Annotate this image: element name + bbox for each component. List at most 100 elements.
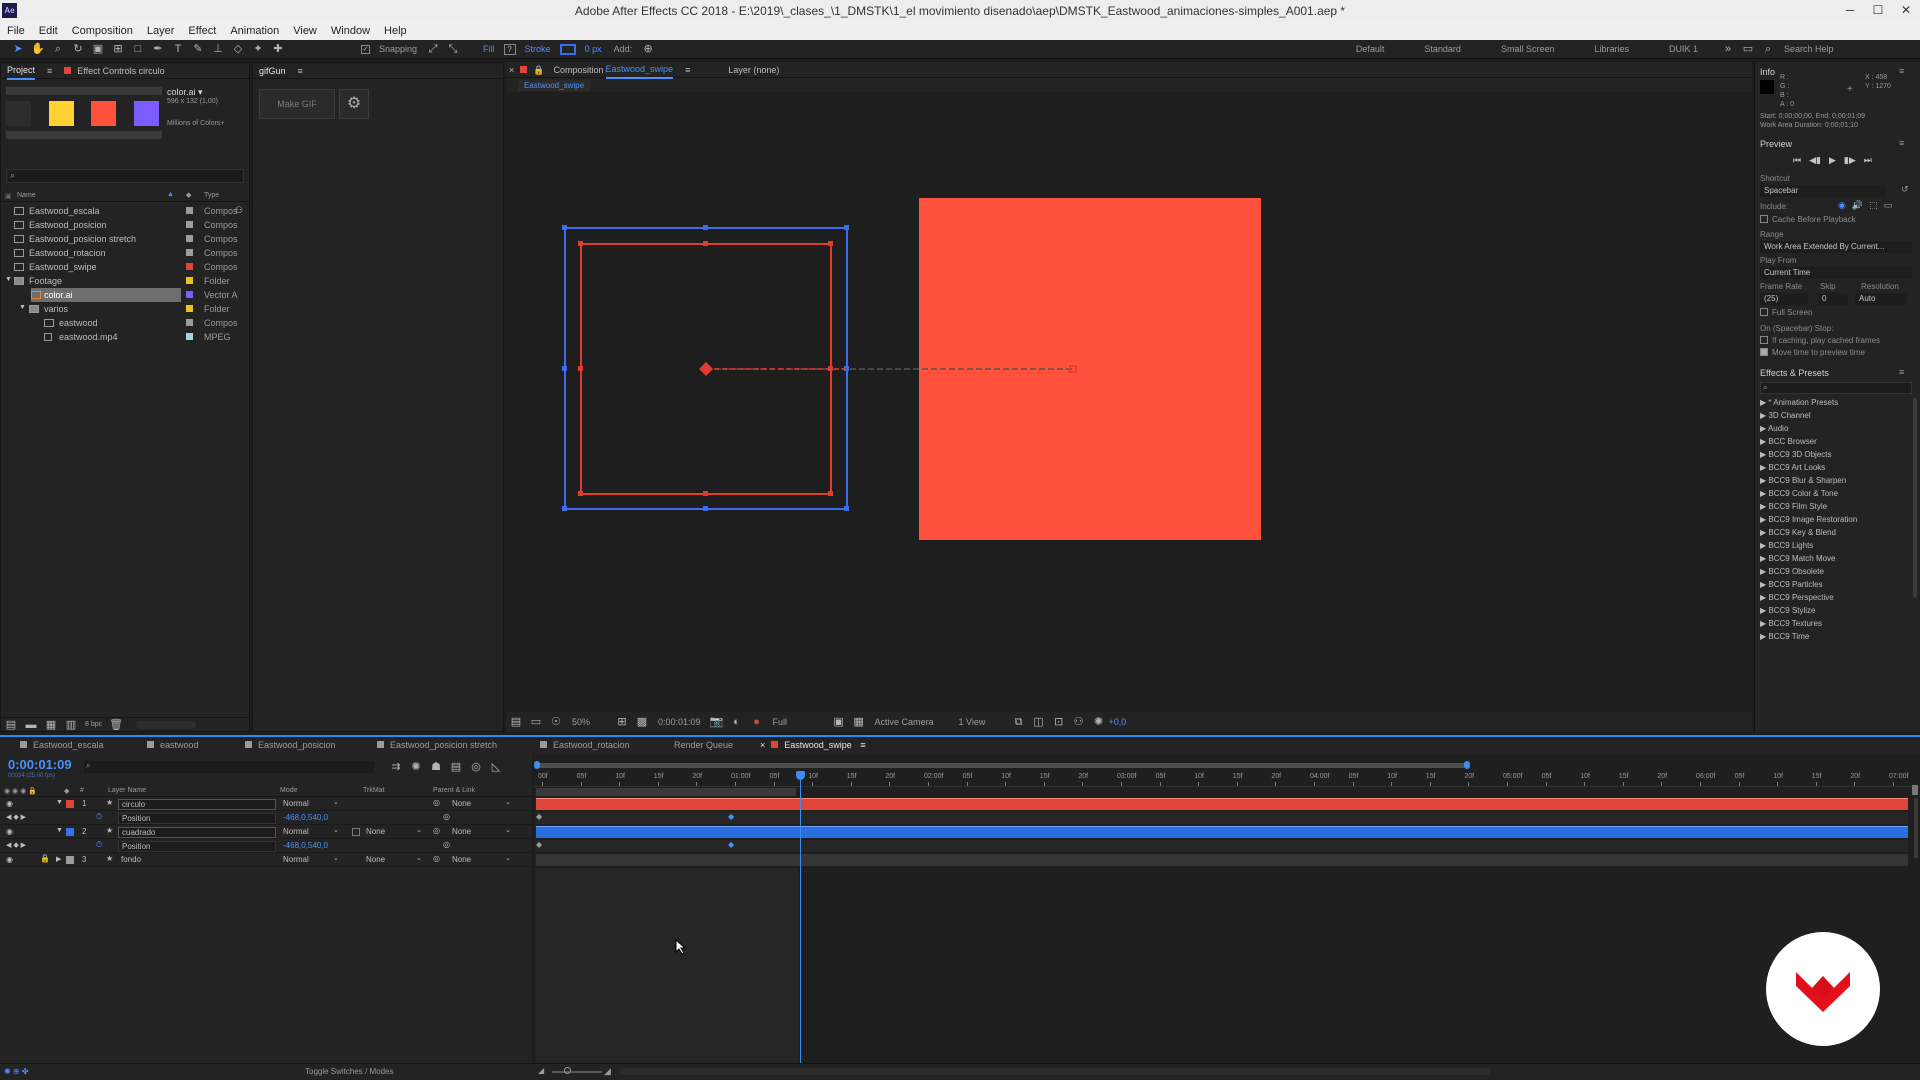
workspace-default[interactable]: Default — [1356, 44, 1385, 54]
exposure-value[interactable]: +0,0 — [1109, 717, 1127, 727]
type-tool-icon[interactable]: T — [171, 42, 185, 56]
timeline-search-input[interactable]: ⌕ — [84, 761, 374, 773]
eye-icon[interactable]: ◉ — [6, 827, 13, 836]
lock-icon[interactable] — [520, 66, 528, 73]
layer-name[interactable]: fondo — [121, 855, 141, 864]
effects-item[interactable]: ▶ Audio — [1760, 424, 1788, 433]
interpret-footage-icon[interactable]: ▤ — [4, 718, 18, 732]
effects-item[interactable]: ▶ BCC9 Stylize — [1760, 606, 1816, 615]
comp-viewer[interactable] — [506, 92, 1752, 712]
resolution-dropdown[interactable]: Full — [773, 717, 823, 727]
workspace-duik[interactable]: DUIK 1 — [1669, 44, 1698, 54]
mode-dropdown[interactable]: Normal — [283, 855, 309, 864]
effects-search-input[interactable]: ⌕ — [1760, 382, 1912, 394]
menu-window[interactable]: Window — [331, 22, 370, 40]
add-icon[interactable]: ⊕ — [641, 42, 655, 56]
previous-frame-icon[interactable]: ◀▮ — [1809, 155, 1821, 166]
timeline-tab[interactable]: Eastwood_rotacion — [540, 740, 630, 750]
snapshot-icon[interactable]: 📷 — [710, 715, 724, 729]
panel-menu-icon[interactable]: ≡ — [298, 63, 303, 79]
trkmat-dropdown[interactable]: None — [366, 855, 385, 864]
work-area-start[interactable] — [534, 761, 540, 769]
pickwhip-icon[interactable]: ◎ — [433, 854, 440, 863]
eye-icon[interactable]: ◉ — [6, 799, 13, 808]
list-item[interactable]: Eastwood_posicion Compos — [1, 218, 249, 232]
timeline-tab-active[interactable]: × Eastwood_swipe ≡ — [760, 740, 866, 750]
close-tab-icon[interactable]: × — [760, 740, 765, 750]
rectangle-tool-icon[interactable]: □ — [131, 42, 145, 56]
tab-composition[interactable]: Eastwood_swipe — [605, 61, 674, 79]
shy-layers-icon[interactable]: ☗ — [429, 760, 443, 774]
current-time-display[interactable]: 0:00:01:09 — [8, 757, 72, 772]
parent-dropdown[interactable]: None — [452, 827, 471, 836]
label-color[interactable] — [66, 856, 74, 864]
panel-menu-icon[interactable]: ≡ — [1899, 367, 1904, 377]
effects-item[interactable]: ▶ BCC9 Film Style — [1760, 502, 1827, 511]
first-frame-icon[interactable]: ⏮ — [1793, 155, 1801, 166]
gifgun-settings-button[interactable]: ⚙ — [339, 89, 369, 119]
timeline-tab[interactable]: Eastwood_posicion stretch — [377, 740, 497, 750]
magnification-dropdown[interactable]: 50% — [572, 717, 606, 727]
effects-item[interactable]: ▶ BCC9 Particles — [1760, 580, 1823, 589]
workspace-small-screen[interactable]: Small Screen — [1501, 44, 1555, 54]
menu-effect[interactable]: Effect — [188, 22, 216, 40]
layer-name-field[interactable]: circulo — [118, 799, 276, 810]
list-item[interactable]: Eastwood_swipe Compos — [1, 260, 249, 274]
move-time-checkbox[interactable]: Move time to preview time — [1760, 348, 1865, 357]
zoom-slider[interactable] — [552, 1071, 602, 1073]
status-icons[interactable]: ✺ ⊕ ✤ — [4, 1067, 29, 1076]
effects-scrollbar[interactable] — [1913, 398, 1917, 598]
workspace-libraries[interactable]: Libraries — [1594, 44, 1629, 54]
col-parent[interactable]: Parent & Link — [433, 787, 475, 794]
effects-item[interactable]: ▶ BCC9 Color & Tone — [1760, 489, 1838, 498]
playhead-handle[interactable] — [796, 771, 805, 780]
effects-item[interactable]: ▶ BCC9 Lights — [1760, 541, 1813, 550]
roto-brush-tool-icon[interactable]: ✦ — [251, 42, 265, 56]
keyframe[interactable]: ◆ — [536, 840, 542, 849]
effects-item[interactable]: ▶ 3D Channel — [1760, 411, 1811, 420]
label-color[interactable] — [66, 800, 74, 808]
col-name-header[interactable]: Name — [17, 192, 36, 199]
effects-item[interactable]: ▶ BCC Browser — [1760, 437, 1817, 446]
effects-item[interactable]: ▶ * Animation Presets — [1760, 398, 1838, 407]
rotate-tool-icon[interactable]: ↻ — [71, 42, 85, 56]
col-type-header[interactable]: Type — [204, 192, 219, 199]
region-of-interest-icon[interactable]: ▭ — [529, 715, 543, 729]
property-row[interactable]: ◀ ◆ ▶ ⏱ Position -468,0,540,0 ◎ — [0, 812, 532, 825]
list-item[interactable]: Eastwood_rotacion Compos — [1, 246, 249, 260]
keyframe-nav-icon[interactable]: ◀ ◆ ▶ — [6, 841, 26, 849]
audio-toggle-icon[interactable]: 🔊 — [1852, 200, 1863, 211]
current-time-display[interactable]: 0:00:01:09 — [658, 717, 701, 727]
col-mode[interactable]: Mode — [280, 787, 298, 794]
motion-blur-icon[interactable]: ⊡ — [1052, 715, 1066, 729]
snapping-checkbox-icon[interactable]: ✓ — [361, 44, 370, 54]
menu-view[interactable]: View — [293, 22, 317, 40]
asset-name[interactable]: color.ai ▾ — [167, 87, 203, 98]
overlays-toggle-icon[interactable]: ⬚ — [1869, 200, 1878, 211]
disclosure-triangle-icon[interactable]: ▼ — [56, 827, 63, 834]
camera-dropdown[interactable]: Active Camera — [875, 717, 947, 727]
timeline-tab[interactable]: Render Queue — [674, 740, 733, 750]
timeline-tab[interactable]: Eastwood_escala — [20, 740, 104, 750]
pickwhip-icon[interactable]: ◎ — [433, 798, 440, 807]
effects-item[interactable]: ▶ BCC9 Perspective — [1760, 593, 1834, 602]
time-ruler[interactable]: 00f 05f 10f 15f 20f 01:00f 05f 10f 15f 20f 02:00f 0… — [534, 771, 1920, 786]
play-icon[interactable]: ▶ — [1829, 155, 1836, 166]
list-item[interactable]: Eastwood_escala Compos ⚇ — [1, 204, 249, 218]
panel-menu-icon[interactable]: ≡ — [860, 740, 865, 750]
close-tab-icon[interactable]: × — [509, 62, 514, 78]
project-settings-icon[interactable]: ▥ — [64, 718, 78, 732]
disclosure-triangle-icon[interactable]: ▼ — [56, 799, 63, 806]
col-layer-name[interactable]: Layer Name — [108, 787, 146, 794]
layer-bar-fondo[interactable] — [536, 854, 1908, 866]
keyframe[interactable]: ◆ — [728, 840, 734, 849]
always-preview-icon[interactable]: ▤ — [509, 715, 523, 729]
workspace-standard[interactable]: Standard — [1424, 44, 1461, 54]
selection-tool-icon[interactable]: ➤ — [11, 42, 25, 56]
layer-name-field[interactable]: cuadrado — [118, 827, 276, 838]
comp-breadcrumb[interactable]: Eastwood_swipe — [518, 80, 591, 91]
empty-track-area[interactable] — [536, 868, 798, 1063]
transparency-grid-icon[interactable]: ▩ — [635, 715, 649, 729]
keyframe-nav-icon[interactable]: ◀ ◆ ▶ — [6, 813, 26, 821]
preserve-transparency-icon[interactable] — [352, 828, 360, 836]
